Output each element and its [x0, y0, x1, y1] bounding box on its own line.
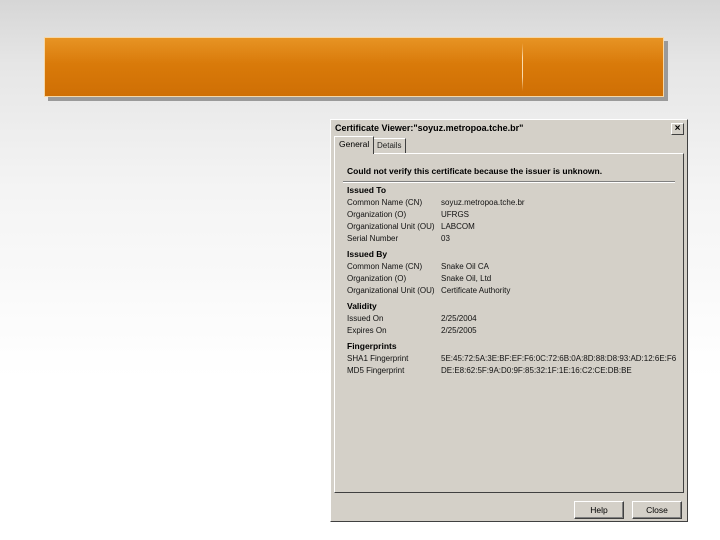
field-value: 5E:45:72:5A:3E:BF:EF:F6:0C:72:6B:0A:8D:8… [441, 354, 677, 363]
title-banner [44, 37, 664, 97]
field-label: Organizational Unit (OU) [347, 222, 435, 231]
field-value: Snake Oil, Ltd [441, 274, 492, 283]
tab-general[interactable]: General [334, 136, 375, 154]
dialog-titlebar[interactable]: Certificate Viewer:"soyuz.metropoa.tche.… [332, 121, 686, 138]
field-value: 2/25/2004 [441, 314, 477, 323]
field-value: 03 [441, 234, 450, 243]
close-button[interactable]: Close [632, 501, 682, 519]
field-value: DE:E8:62:5F:9A:D0:9F:85:32:1F:1E:16:C2:C… [441, 366, 632, 375]
section-title-fingerprints: Fingerprints [347, 341, 397, 351]
section-title-validity: Validity [347, 301, 377, 311]
section-title-issued-by: Issued By [347, 249, 388, 259]
field-label: MD5 Fingerprint [347, 366, 405, 375]
field-label: Serial Number [347, 234, 399, 243]
banner-divider [522, 43, 523, 91]
field-label: SHA1 Fingerprint [347, 354, 409, 363]
field-label: Expires On [347, 326, 387, 335]
field-label: Organizational Unit (OU) [347, 286, 435, 295]
field-value: LABCOM [441, 222, 475, 231]
close-icon[interactable]: × [671, 123, 684, 135]
field-value: UFRGS [441, 210, 469, 219]
field-label: Common Name (CN) [347, 262, 423, 271]
field-value: Certificate Authority [441, 286, 511, 295]
field-value: 2/25/2005 [441, 326, 477, 335]
certificate-viewer-dialog: Certificate Viewer:"soyuz.metropoa.tche.… [330, 119, 688, 522]
field-label: Organization (O) [347, 274, 407, 283]
divider [343, 181, 675, 183]
field-label: Common Name (CN) [347, 198, 423, 207]
section-title-issued-to: Issued To [347, 185, 387, 195]
field-label: Organization (O) [347, 210, 407, 219]
verification-warning: Could not verify this certificate becaus… [347, 166, 603, 176]
general-panel: Could not verify this certificate becaus… [334, 153, 684, 493]
field-label: Issued On [347, 314, 384, 323]
field-value: soyuz.metropoa.tche.br [441, 198, 525, 207]
help-button[interactable]: Help [574, 501, 624, 519]
tab-details[interactable]: Details [372, 138, 407, 154]
dialog-title: Certificate Viewer:"soyuz.metropoa.tche.… [335, 123, 524, 133]
field-value: Snake Oil CA [441, 262, 490, 271]
